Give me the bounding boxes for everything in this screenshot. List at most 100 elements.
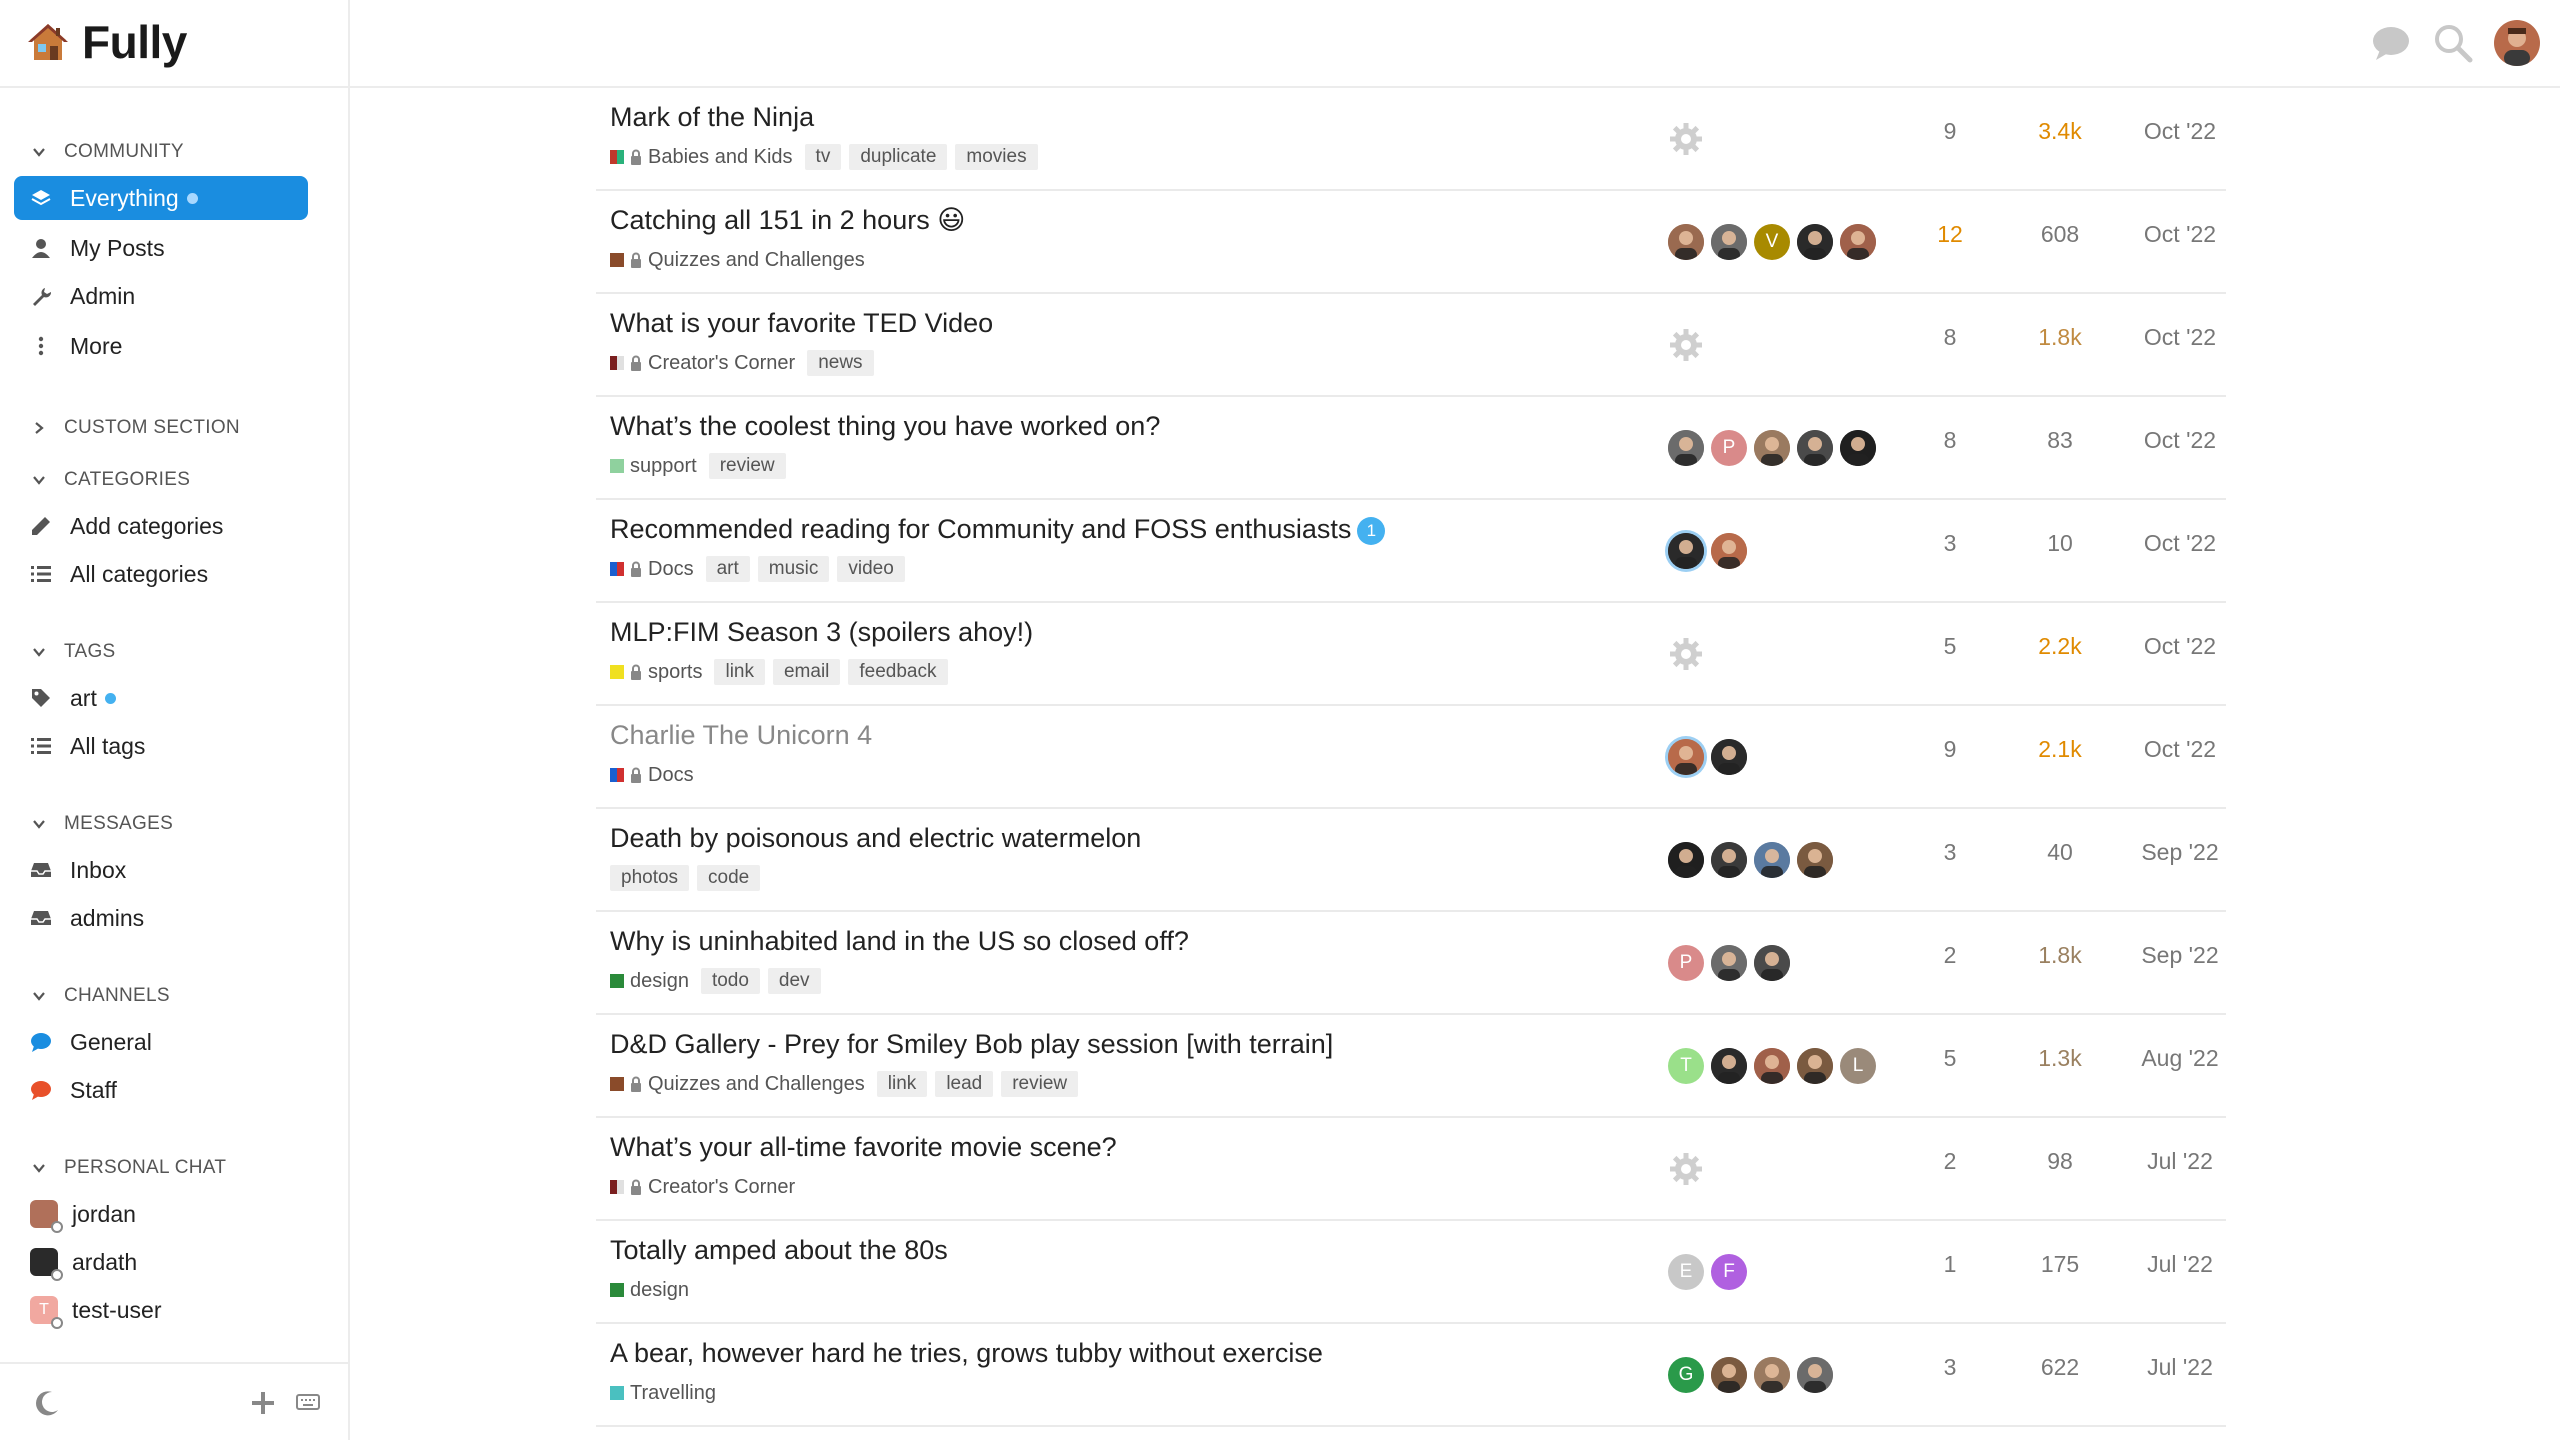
sidebar-item-everything[interactable]: Everything — [14, 176, 308, 220]
sidebar-item-more[interactable]: More — [0, 322, 350, 370]
poster-avatar[interactable] — [1668, 533, 1704, 569]
activity-date[interactable]: Oct '22 — [2120, 427, 2240, 454]
replies-count[interactable]: 9 — [1900, 118, 2000, 145]
sidebar-item-test-user[interactable]: Ttest-user — [0, 1286, 350, 1334]
topic-tag[interactable]: todo — [700, 968, 760, 994]
poster-avatar[interactable] — [1668, 430, 1704, 466]
topic-tag[interactable]: music — [757, 556, 830, 582]
section-header-custom[interactable]: CUSTOM SECTION — [0, 408, 350, 448]
section-header-messages[interactable]: MESSAGES — [0, 804, 350, 844]
poster-avatar[interactable] — [1668, 224, 1704, 260]
system-poster[interactable] — [1668, 121, 1704, 157]
replies-count[interactable]: 3 — [1900, 1354, 2000, 1381]
poster-avatar[interactable]: E — [1668, 1254, 1704, 1290]
poster-avatar[interactable] — [1711, 533, 1747, 569]
replies-count[interactable]: 1 — [1900, 1251, 2000, 1278]
poster-avatar[interactable]: P — [1668, 945, 1704, 981]
replies-count[interactable]: 3 — [1900, 530, 2000, 557]
poster-avatar[interactable] — [1711, 945, 1747, 981]
topic-title[interactable]: Mark of the Ninja — [610, 102, 814, 133]
category-badge[interactable]: design — [610, 970, 689, 993]
activity-date[interactable]: Jul '22 — [2120, 1251, 2240, 1278]
user-avatar[interactable] — [2494, 20, 2540, 66]
topic-tag[interactable]: link — [876, 1071, 928, 1097]
sidebar-item-add-categories[interactable]: Add categories — [0, 502, 350, 550]
poster-avatar[interactable]: L — [1840, 1048, 1876, 1084]
topic-title[interactable]: Catching all 151 in 2 hours 😃 — [610, 205, 965, 236]
poster-avatar[interactable] — [1711, 1357, 1747, 1393]
section-header-community[interactable]: COMMUNITY — [0, 132, 350, 172]
sidebar-item-jordan[interactable]: jordan — [0, 1190, 350, 1238]
activity-date[interactable]: Oct '22 — [2120, 221, 2240, 248]
topic-title[interactable]: What’s the coolest thing you have worked… — [610, 411, 1160, 442]
system-poster[interactable] — [1668, 1151, 1704, 1187]
sidebar-item-general[interactable]: General — [0, 1018, 350, 1066]
sidebar-item-inbox[interactable]: Inbox — [0, 846, 350, 894]
sidebar-item-admins[interactable]: admins — [0, 894, 350, 942]
poster-avatar[interactable] — [1754, 430, 1790, 466]
topic-tag[interactable]: feedback — [848, 659, 948, 685]
topic-title[interactable]: What’s your all-time favorite movie scen… — [610, 1132, 1117, 1163]
topic-title[interactable]: MLP:FIM Season 3 (spoilers ahoy!) — [610, 617, 1033, 648]
category-badge[interactable]: Babies and Kids — [610, 146, 793, 169]
poster-avatar[interactable] — [1840, 430, 1876, 466]
sidebar-item-ardath[interactable]: ardath — [0, 1238, 350, 1286]
category-badge[interactable]: Docs — [610, 558, 694, 581]
topic-title[interactable]: Totally amped about the 80s — [610, 1235, 948, 1266]
category-badge[interactable]: design — [610, 1279, 689, 1302]
topic-tag[interactable]: art — [705, 556, 750, 582]
replies-count[interactable]: 5 — [1900, 1045, 2000, 1072]
replies-count[interactable]: 5 — [1900, 633, 2000, 660]
topic-tag[interactable]: movies — [955, 144, 1038, 170]
topic-tag[interactable]: lead — [935, 1071, 994, 1097]
plus-icon[interactable] — [250, 1390, 276, 1416]
poster-avatar[interactable] — [1711, 842, 1747, 878]
brand[interactable]: Fully — [26, 14, 187, 70]
poster-avatar[interactable] — [1668, 842, 1704, 878]
moon-icon[interactable] — [32, 1388, 62, 1418]
poster-avatar[interactable] — [1754, 842, 1790, 878]
replies-count[interactable]: 2 — [1900, 1148, 2000, 1175]
poster-avatar[interactable] — [1711, 1048, 1747, 1084]
search-icon[interactable] — [2432, 22, 2474, 64]
sidebar-item-admin[interactable]: Admin — [0, 272, 350, 320]
topic-tag[interactable]: link — [714, 659, 765, 685]
section-header-personal_chat[interactable]: PERSONAL CHAT — [0, 1148, 350, 1188]
topic-tag[interactable]: review — [708, 453, 786, 479]
sidebar-item-art[interactable]: art — [0, 674, 350, 722]
category-badge[interactable]: Quizzes and Challenges — [610, 1073, 865, 1096]
poster-avatar[interactable] — [1711, 739, 1747, 775]
topic-tag[interactable]: dev — [767, 968, 821, 994]
topic-title[interactable]: What is your favorite TED Video — [610, 308, 993, 339]
topic-tag[interactable]: tv — [804, 144, 842, 170]
poster-avatar[interactable]: G — [1668, 1357, 1704, 1393]
system-poster[interactable] — [1668, 636, 1704, 672]
poster-avatar[interactable] — [1840, 224, 1876, 260]
unread-count-badge[interactable]: 1 — [1357, 516, 1386, 545]
replies-count[interactable]: 8 — [1900, 427, 2000, 454]
activity-date[interactable]: Oct '22 — [2120, 633, 2240, 660]
replies-count[interactable]: 9 — [1900, 736, 2000, 763]
topic-tag[interactable]: review — [1001, 1071, 1079, 1097]
topic-tag[interactable]: news — [807, 350, 874, 376]
poster-avatar[interactable]: F — [1711, 1254, 1747, 1290]
category-badge[interactable]: Creator's Corner — [610, 352, 795, 375]
activity-date[interactable]: Jul '22 — [2120, 1354, 2240, 1381]
sidebar-item-staff[interactable]: Staff — [0, 1066, 350, 1114]
poster-avatar[interactable] — [1797, 430, 1833, 466]
sidebar-item-all-tags[interactable]: All tags — [0, 722, 350, 770]
topic-title[interactable]: Recommended reading for Community and FO… — [610, 514, 1386, 545]
poster-avatar[interactable] — [1797, 224, 1833, 260]
topic-tag[interactable]: code — [697, 865, 761, 891]
topic-tag[interactable]: email — [772, 659, 841, 685]
chat-icon[interactable] — [2370, 22, 2412, 64]
keyboard-icon[interactable] — [296, 1392, 320, 1412]
topic-title[interactable]: Death by poisonous and electric watermel… — [610, 823, 1141, 854]
section-header-tags[interactable]: TAGS — [0, 632, 350, 672]
activity-date[interactable]: Sep '22 — [2120, 942, 2240, 969]
activity-date[interactable]: Oct '22 — [2120, 736, 2240, 763]
replies-count[interactable]: 2 — [1900, 942, 2000, 969]
topic-tag[interactable]: video — [837, 556, 905, 582]
poster-avatar[interactable]: T — [1668, 1048, 1704, 1084]
sidebar-item-all-categories[interactable]: All categories — [0, 550, 350, 598]
